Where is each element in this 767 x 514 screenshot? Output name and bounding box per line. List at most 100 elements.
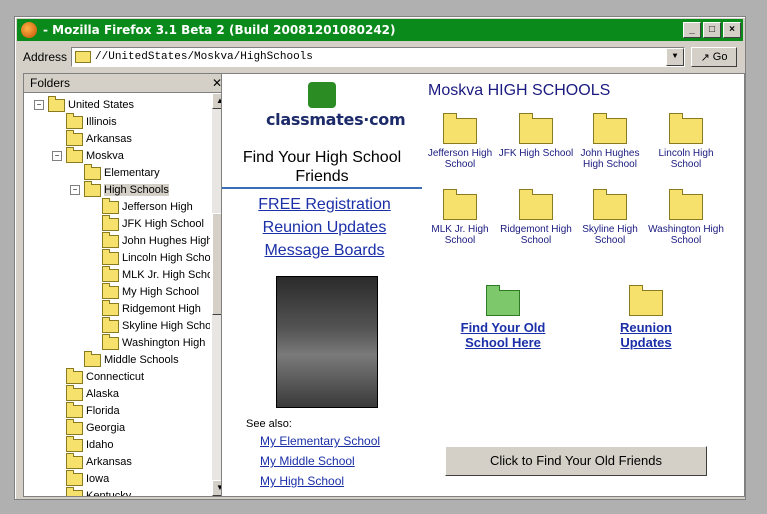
address-dropdown[interactable]: ▼ bbox=[666, 48, 685, 66]
expand-toggle-icon[interactable]: − bbox=[52, 151, 62, 161]
school-label: Jefferson High School bbox=[427, 148, 493, 170]
school-folder[interactable]: John Hughes High School bbox=[572, 113, 648, 170]
tree-item[interactable]: Illinois bbox=[52, 112, 117, 130]
tree-item[interactable]: Arkansas bbox=[52, 452, 132, 470]
tree-item[interactable]: Jefferson High bbox=[88, 197, 193, 215]
school-folder[interactable]: Skyline High School bbox=[572, 189, 648, 246]
folders-pane: Folders ✕ − United States Illinois Arkansas… bbox=[23, 73, 229, 497]
folder-icon bbox=[669, 113, 703, 144]
folder-icon bbox=[66, 452, 83, 469]
tree-item[interactable]: My High School bbox=[88, 282, 200, 300]
tree-item[interactable]: Elementary bbox=[70, 163, 160, 181]
tree-item[interactable]: John Hughes High bbox=[88, 231, 210, 249]
school-label: Washington High School bbox=[648, 224, 724, 246]
school-label: Ridgemont High School bbox=[500, 224, 572, 246]
tree-item-label: JFK High School bbox=[122, 218, 204, 230]
folders-title: Folders bbox=[30, 76, 71, 90]
folder-icon bbox=[66, 129, 83, 146]
school-folder[interactable]: Ridgemont High School bbox=[498, 189, 574, 246]
school-folder[interactable]: Washington High School bbox=[648, 189, 724, 246]
tree-item-label: Middle Schools bbox=[104, 354, 179, 366]
green-folder-icon bbox=[486, 285, 520, 316]
tree-item-label: MLK Jr. High School bbox=[122, 269, 210, 281]
find-title: Find Your High School Friends bbox=[242, 149, 402, 185]
expand-toggle-icon[interactable]: − bbox=[34, 100, 44, 110]
folder-icon bbox=[66, 401, 83, 418]
folder-icon bbox=[593, 189, 627, 220]
tree-item-label: Skyline High School bbox=[122, 320, 210, 332]
address-value: //UnitedStates/Moskva/HighSchools bbox=[95, 51, 313, 63]
tree-item[interactable]: − High Schools bbox=[70, 180, 169, 198]
tree-item[interactable]: Connecticut bbox=[52, 367, 144, 385]
divider bbox=[222, 187, 422, 189]
folder-icon bbox=[102, 316, 119, 333]
go-label: Go bbox=[712, 51, 728, 63]
message-boards-link[interactable]: Message Boards bbox=[222, 242, 427, 260]
portrait-photo bbox=[276, 276, 378, 408]
page-title: Moskva HIGH SCHOOLS bbox=[428, 82, 611, 99]
minimize-button[interactable]: _ bbox=[683, 22, 701, 38]
tree-item[interactable]: Iowa bbox=[52, 469, 109, 487]
folder-icon bbox=[102, 282, 119, 299]
tree-item[interactable]: Georgia bbox=[52, 418, 125, 436]
reunion-updates-action[interactable]: Reunion Updates bbox=[606, 285, 686, 350]
school-folder[interactable]: MLK Jr. High School bbox=[422, 189, 498, 246]
folders-header: Folders ✕ bbox=[24, 74, 228, 93]
folder-icon bbox=[519, 113, 553, 144]
tree-item[interactable]: Lincoln High School bbox=[88, 248, 210, 266]
address-label: Address bbox=[23, 50, 68, 64]
tree-item[interactable]: Middle Schools bbox=[70, 350, 179, 368]
folder-icon bbox=[48, 95, 65, 112]
tree-item-label: Ridgemont High bbox=[122, 303, 201, 315]
school-label: John Hughes High School bbox=[580, 148, 640, 170]
logo-screen-icon bbox=[308, 82, 336, 108]
folder-icon bbox=[66, 146, 83, 163]
tree-item[interactable]: − Moskva bbox=[52, 146, 124, 164]
my-high-link[interactable]: My High School bbox=[260, 474, 344, 488]
folder-icon bbox=[443, 189, 477, 220]
tree-item[interactable]: Florida bbox=[52, 401, 120, 419]
expand-toggle-icon[interactable]: − bbox=[70, 185, 80, 195]
school-folder[interactable]: Jefferson High School bbox=[422, 113, 498, 170]
tree-item-label: My High School bbox=[122, 286, 200, 298]
maximize-button[interactable]: □ bbox=[703, 22, 721, 38]
tree-item-label: Kentucky bbox=[86, 490, 132, 496]
school-label: Lincoln High School bbox=[658, 148, 714, 170]
free-registration-link[interactable]: FREE Registration bbox=[222, 196, 427, 214]
my-middle-link[interactable]: My Middle School bbox=[260, 454, 355, 468]
folder-icon bbox=[593, 113, 627, 144]
tree-item[interactable]: MLK Jr. High School bbox=[88, 265, 210, 283]
tree-item[interactable]: − United States bbox=[34, 95, 134, 113]
school-folder[interactable]: Lincoln High School bbox=[648, 113, 724, 170]
tree-item[interactable]: Alaska bbox=[52, 384, 120, 402]
find-friends-button[interactable]: Click to Find Your Old Friends bbox=[445, 446, 707, 476]
close-button[interactable]: × bbox=[723, 22, 741, 38]
folder-icon bbox=[102, 231, 119, 248]
folder-icon bbox=[669, 189, 703, 220]
school-label: JFK High School bbox=[498, 148, 574, 159]
folder-icon bbox=[66, 112, 83, 129]
address-input[interactable]: //UnitedStates/Moskva/HighSchools ▼ bbox=[71, 47, 686, 67]
tree-item[interactable]: Kentucky bbox=[52, 486, 132, 496]
folder-icon bbox=[519, 189, 553, 220]
tree-item[interactable]: Idaho bbox=[52, 435, 114, 453]
folder-icon bbox=[66, 486, 83, 496]
tree-item-label: Alaska bbox=[86, 388, 120, 400]
tree-item-label: Illinois bbox=[86, 116, 117, 128]
classmates-logo: classmates·com bbox=[266, 82, 406, 138]
tree-item-label: Arkansas bbox=[86, 456, 132, 468]
school-folder[interactable]: JFK High School bbox=[498, 113, 574, 159]
see-also-label: See also: bbox=[246, 418, 292, 430]
reunion-updates-link[interactable]: Reunion Updates bbox=[222, 219, 427, 237]
tree-item[interactable]: Arkansas bbox=[52, 129, 132, 147]
find-old-school-action[interactable]: Find Your Old School Here bbox=[458, 285, 548, 350]
tree-item[interactable]: JFK High School bbox=[88, 214, 204, 232]
tree-item[interactable]: Washington High bbox=[88, 333, 205, 351]
go-button[interactable]: ↗ Go bbox=[691, 47, 738, 67]
title-bar: - Mozilla Firefox 3.1 Beta 2 (Build 2008… bbox=[17, 19, 743, 41]
folder-icon bbox=[443, 113, 477, 144]
tree-item[interactable]: Ridgemont High bbox=[88, 299, 201, 317]
tree-item[interactable]: Skyline High School bbox=[88, 316, 210, 334]
school-label: MLK Jr. High School bbox=[431, 224, 489, 246]
my-elementary-link[interactable]: My Elementary School bbox=[260, 434, 380, 448]
